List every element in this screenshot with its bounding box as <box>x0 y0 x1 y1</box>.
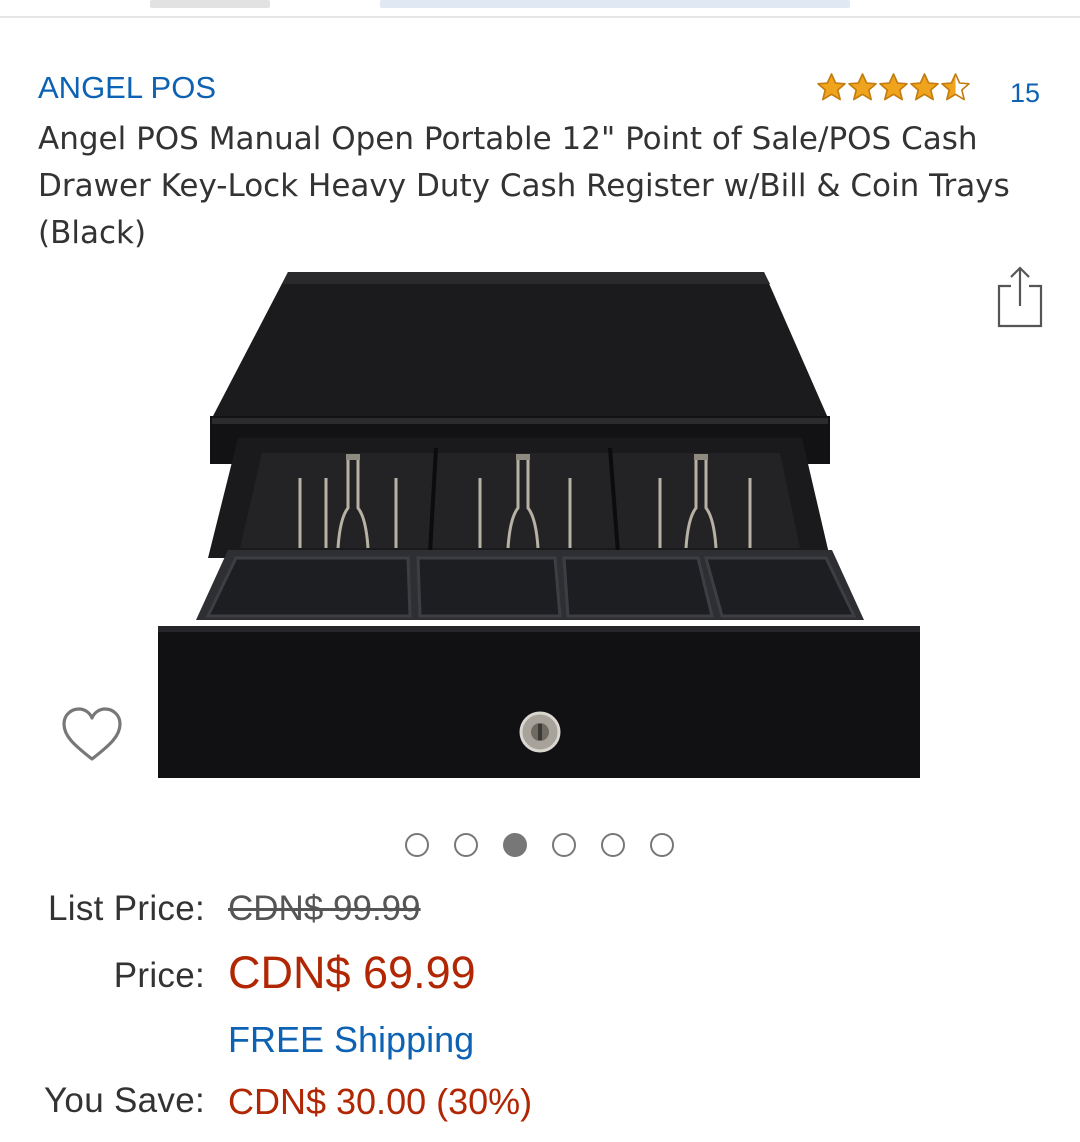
star-full-icon <box>879 73 908 101</box>
cut-off-element <box>380 0 850 8</box>
wishlist-button[interactable] <box>60 705 124 765</box>
heart-icon <box>62 707 122 761</box>
cut-off-element <box>150 0 270 8</box>
top-strip <box>0 0 1080 20</box>
rating[interactable]: 15 <box>816 72 1040 108</box>
carousel-dot[interactable] <box>405 833 429 857</box>
free-shipping-link[interactable]: FREE Shipping <box>228 1019 474 1061</box>
list-price-label: List Price: <box>48 889 205 928</box>
carousel-dot[interactable] <box>650 833 674 857</box>
star-full-icon <box>848 73 877 101</box>
share-icon <box>997 266 1043 328</box>
review-count[interactable]: 15 <box>1010 78 1040 109</box>
brand-link[interactable]: ANGEL POS <box>38 70 216 106</box>
image-carousel-dots <box>405 833 699 857</box>
price-value: CDN$ 69.99 <box>228 947 476 998</box>
star-full-icon <box>910 73 939 101</box>
divider <box>0 16 1080 18</box>
carousel-dot[interactable] <box>601 833 625 857</box>
carousel-dot[interactable] <box>454 833 478 857</box>
list-price-value: CDN$ 99.99 <box>228 889 421 928</box>
carousel-dot[interactable] <box>552 833 576 857</box>
carousel-dot[interactable] <box>503 833 527 857</box>
you-save-label: You Save: <box>44 1081 205 1120</box>
you-save-value: CDN$ 30.00 (30%) <box>228 1081 533 1122</box>
product-image[interactable] <box>150 268 930 788</box>
star-rating <box>816 72 971 103</box>
share-button[interactable] <box>996 264 1044 330</box>
star-half-icon <box>941 73 970 101</box>
star-full-icon <box>817 73 846 101</box>
cash-drawer-image <box>158 272 920 778</box>
product-title: Angel POS Manual Open Portable 12" Point… <box>38 121 1010 251</box>
price-label: Price: <box>113 956 205 995</box>
